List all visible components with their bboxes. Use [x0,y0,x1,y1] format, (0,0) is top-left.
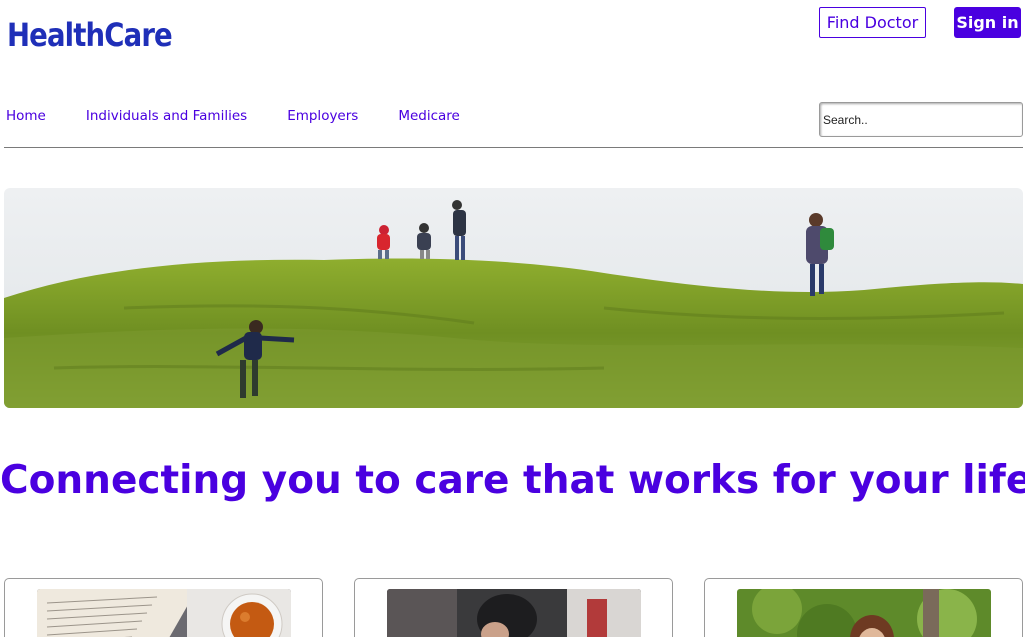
main-nav: Home Individuals and Families Employers … [6,108,500,124]
nav-item-home[interactable]: Home [6,108,46,124]
card-image-woman-park [737,589,991,637]
feature-card[interactable] [4,578,323,637]
feature-card[interactable] [704,578,1023,637]
page-headline: Connecting you to care that works for yo… [0,458,1025,503]
nav-item-medicare[interactable]: Medicare [398,108,460,124]
header-divider [4,147,1023,148]
card-image-person [387,589,641,637]
find-doctor-button[interactable]: Find Doctor [819,7,926,38]
search-input[interactable] [819,102,1023,137]
logo[interactable]: HealthCare [7,16,173,54]
card-image-book-tea [37,589,291,637]
sign-in-button[interactable]: Sign in [954,7,1021,38]
nav-item-employers[interactable]: Employers [287,108,358,124]
nav-item-individuals-families[interactable]: Individuals and Families [86,108,247,124]
feature-card[interactable] [354,578,673,637]
hero-image [4,188,1023,408]
